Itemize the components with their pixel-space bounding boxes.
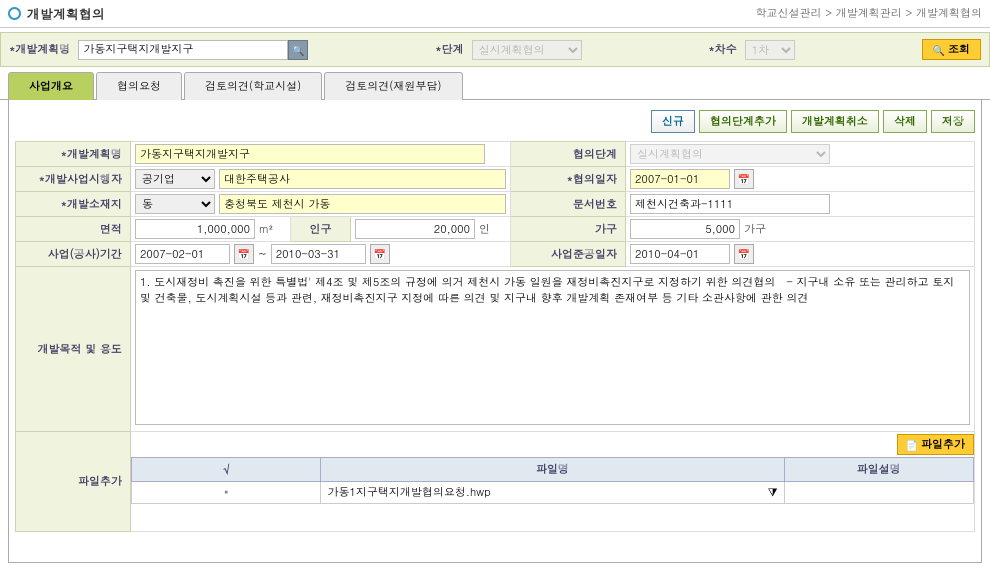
order-label: *차수 — [708, 42, 736, 57]
period-start-cal-button[interactable]: 📅 — [234, 244, 254, 264]
file-desc-header: 파일설명 — [784, 458, 973, 482]
file-grid: √ 파일명 파일설명 가동1지구택지개발협의요청.hwp ⧩ — [131, 457, 974, 504]
delete-button[interactable]: 삭제 — [883, 110, 927, 133]
owner-name-field[interactable] — [219, 169, 506, 189]
file-th: 파일추가 — [16, 432, 131, 532]
period-th: 사업(공사)기간 — [16, 242, 131, 267]
breadcrumb: 학교신설관리 > 개발계획관리 > 개발계획협의 — [756, 6, 982, 21]
pop-field[interactable] — [355, 219, 475, 239]
house-unit: 가구 — [744, 222, 766, 237]
stage-th: 협의단계 — [511, 142, 626, 167]
completion-field[interactable] — [630, 244, 730, 264]
pop-th: 인구 — [291, 217, 351, 242]
house-th: 가구 — [511, 217, 626, 242]
plan-name-field[interactable] — [135, 144, 485, 164]
cancel-plan-button[interactable]: 개발계획취소 — [791, 110, 879, 133]
owner-type-select[interactable]: 공기업 — [135, 169, 215, 189]
plan-name-th: *개발계획명 — [16, 142, 131, 167]
file-row[interactable]: 가동1지구택지개발협의요청.hwp ⧩ — [132, 482, 974, 504]
file-add-button[interactable]: 파일추가 — [897, 434, 974, 455]
bullet-icon — [8, 7, 21, 20]
completion-th: 사업준공일자 — [511, 242, 626, 267]
stage-label: *단계 — [435, 42, 463, 57]
file-name-header: 파일명 — [321, 458, 784, 482]
stage-select: 실시계획협의 — [472, 40, 582, 60]
plan-lookup-button[interactable]: 🔍 — [288, 40, 308, 60]
stage-field: 실시계획협의 — [630, 144, 830, 164]
purpose-th: 개발목적 및 용도 — [16, 267, 131, 432]
save-button[interactable]: 저장 — [931, 110, 975, 133]
date-field[interactable] — [630, 169, 730, 189]
loc-type-select[interactable]: 동 — [135, 194, 215, 214]
tab-opinion-facility[interactable]: 검토의견(학교시설) — [184, 72, 322, 100]
loc-detail-field[interactable] — [219, 194, 506, 214]
tab-bar: 사업개요 협의요청 검토의견(학교시설) 검토의견(재원부담) — [0, 71, 990, 100]
file-name-cell: 가동1지구택지개발협의요청.hwp — [327, 485, 490, 500]
house-field[interactable] — [630, 219, 740, 239]
tab-request[interactable]: 협의요청 — [96, 72, 182, 100]
file-check-header: √ — [132, 458, 321, 482]
purpose-textarea[interactable] — [135, 270, 970, 425]
owner-th: *개발사업시행자 — [16, 167, 131, 192]
docno-field[interactable] — [630, 194, 830, 214]
docno-th: 문서번호 — [511, 192, 626, 217]
period-end-field[interactable] — [271, 244, 366, 264]
tab-overview[interactable]: 사업개요 — [8, 72, 94, 100]
add-stage-button[interactable]: 협의단계추가 — [699, 110, 787, 133]
plan-name-label: *개발계획명 — [9, 42, 70, 57]
period-start-field[interactable] — [135, 244, 230, 264]
page-header: 개발계획협의 학교신설관리 > 개발계획관리 > 개발계획협의 — [0, 0, 990, 28]
completion-cal-button[interactable]: 📅 — [734, 244, 754, 264]
tab-opinion-funding[interactable]: 검토의견(재원부담) — [324, 72, 462, 100]
area-field[interactable] — [135, 219, 255, 239]
filter-icon[interactable]: ⧩ — [768, 485, 778, 500]
file-desc-cell[interactable] — [784, 482, 973, 504]
page-title: 개발계획협의 — [27, 4, 105, 23]
form-table: *개발계획명 협의단계 실시계획협의 *개발사업시행자 공기업 *협의일자 — [15, 141, 975, 532]
area-unit: m² — [259, 222, 273, 237]
action-bar: 신규 협의단계추가 개발계획취소 삭제 저장 — [15, 106, 975, 141]
date-th: *협의일자 — [511, 167, 626, 192]
search-button[interactable]: 조회 — [922, 39, 981, 60]
date-calendar-button[interactable]: 📅 — [734, 169, 754, 189]
plan-name-input[interactable] — [78, 40, 288, 60]
order-select: 1차 — [745, 40, 795, 60]
loc-th: *개발소재지 — [16, 192, 131, 217]
document-icon — [224, 485, 228, 500]
new-button[interactable]: 신규 — [651, 110, 695, 133]
period-end-cal-button[interactable]: 📅 — [370, 244, 390, 264]
pop-unit: 인 — [479, 222, 490, 237]
area-th: 면적 — [16, 217, 131, 242]
content-panel: 신규 협의단계추가 개발계획취소 삭제 저장 *개발계획명 협의단계 실시계획협… — [8, 100, 982, 563]
tilde: ~ — [258, 247, 267, 262]
search-bar: *개발계획명 🔍 *단계 실시계획협의 *차수 1차 조회 — [0, 32, 990, 67]
